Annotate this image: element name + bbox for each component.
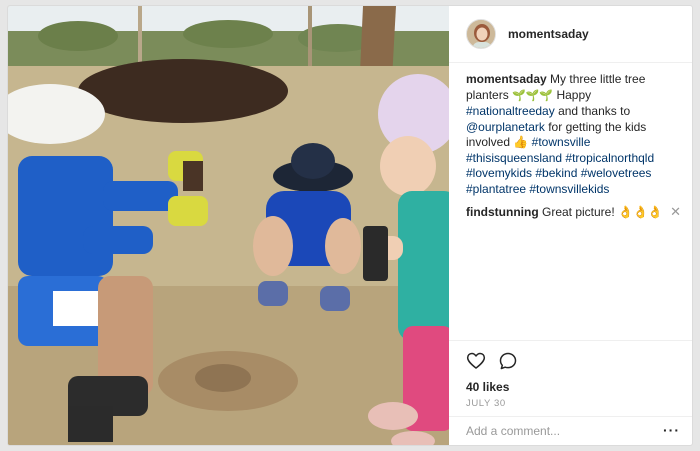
- photo-illustration: [8, 6, 449, 445]
- comment-body: Great picture!: [538, 205, 619, 219]
- comment-item: findstunning Great picture! 👌👌👌 ✕: [466, 205, 681, 221]
- comments-section: momentsaday My three little tree planter…: [466, 72, 681, 221]
- post-date: JULY 30: [466, 398, 506, 409]
- instagram-post-card: momentsaday momentsaday My three little …: [7, 5, 693, 446]
- avatar[interactable]: [466, 19, 496, 49]
- comment-username[interactable]: findstunning: [466, 205, 539, 219]
- comment-text: findstunning Great picture! 👌👌👌: [466, 205, 666, 221]
- heart-icon-svg: [466, 352, 486, 369]
- likes-count[interactable]: 40 likes: [466, 380, 509, 394]
- avatar-image: [467, 20, 495, 48]
- more-options-icon[interactable]: ···: [663, 422, 680, 438]
- mention-link[interactable]: @ourplanetark: [466, 120, 545, 134]
- post-sidebar: momentsaday momentsaday My three little …: [449, 6, 692, 445]
- add-comment-bar: ···: [449, 416, 692, 444]
- action-icons: [466, 351, 518, 371]
- post-username[interactable]: momentsaday: [508, 27, 589, 41]
- post-actions: 40 likes JULY 30 ···: [449, 340, 692, 444]
- add-comment-input[interactable]: [466, 423, 656, 438]
- hashtag-link[interactable]: #nationaltreeday: [466, 104, 555, 118]
- caption-username[interactable]: momentsaday: [466, 72, 547, 86]
- caption-text-2: Happy: [553, 87, 592, 102]
- caption-text-3: and thanks to: [554, 104, 631, 118]
- thumbs-up-icon: 👍: [513, 135, 529, 149]
- post-caption: momentsaday My three little tree planter…: [466, 72, 681, 197]
- post-photo[interactable]: [8, 6, 449, 445]
- sprout-icon: 🌱🌱🌱: [512, 89, 554, 102]
- close-icon[interactable]: ✕: [670, 205, 681, 219]
- comment-icon[interactable]: [498, 351, 518, 371]
- heart-icon[interactable]: [466, 351, 486, 371]
- post-header: momentsaday: [449, 6, 692, 63]
- comment-icon-svg: [499, 352, 517, 370]
- ok-hand-icon: 👌👌👌: [618, 205, 663, 219]
